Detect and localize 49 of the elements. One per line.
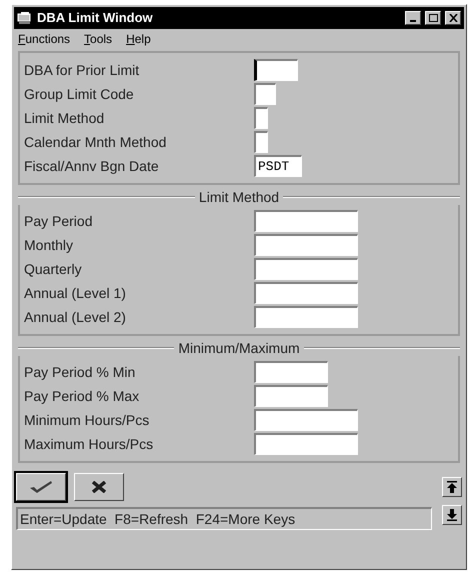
field-label: Annual (Level 1)	[24, 284, 127, 303]
input-field[interactable]	[254, 131, 268, 153]
group-title: Minimum/Maximum	[178, 338, 300, 358]
field-label: Limit Method	[24, 108, 106, 128]
close-button[interactable]	[445, 11, 461, 25]
field-label: Annual (Level 2)	[24, 308, 127, 327]
menu-item[interactable]: Functions	[18, 30, 70, 48]
field-label: Maximum Hours/Pcs	[24, 434, 154, 454]
minimize-button[interactable]	[405, 11, 421, 25]
maximize-icon	[428, 14, 438, 22]
input-field[interactable]	[254, 433, 358, 455]
input-field[interactable]	[254, 361, 328, 383]
input-field[interactable]	[254, 210, 358, 232]
field-label: Quarterly	[24, 260, 83, 279]
group-title: Limit Method	[198, 188, 280, 206]
field-label: Fiscal/Annv Bgn Date	[24, 156, 160, 176]
scroll-bottom-button[interactable]	[442, 505, 462, 525]
input-field[interactable]: PSDT	[254, 155, 302, 177]
close-icon	[448, 14, 458, 22]
field-label: DBA for Prior Limit	[24, 60, 140, 80]
field-label: Pay Period % Min	[24, 362, 136, 382]
arrow-top-icon	[447, 481, 457, 493]
arrow-bottom-icon	[447, 509, 457, 521]
input-field[interactable]	[254, 59, 298, 81]
field-label: Pay Period % Max	[24, 386, 140, 406]
input-field[interactable]	[254, 83, 276, 105]
input-field[interactable]	[254, 306, 358, 328]
input-field[interactable]	[254, 409, 358, 431]
app-icon	[17, 11, 33, 25]
menu-item[interactable]: Tools	[84, 30, 112, 48]
field-label: Monthly	[24, 236, 74, 255]
input-field[interactable]	[254, 107, 268, 129]
field-label: Pay Period	[24, 212, 94, 231]
cancel-button[interactable]	[74, 473, 124, 501]
field-label: Minimum Hours/Pcs	[24, 410, 150, 430]
status-bar: Enter=Update F8=Refresh F24=More Keys	[16, 507, 432, 530]
cancel-icon	[91, 481, 107, 493]
input-field[interactable]	[254, 282, 358, 304]
input-field[interactable]	[254, 385, 328, 407]
ok-button[interactable]	[16, 473, 66, 501]
window-title: DBA Limit Window	[37, 9, 154, 28]
input-field[interactable]	[254, 258, 358, 280]
maximize-button[interactable]	[425, 11, 441, 25]
input-field[interactable]	[254, 234, 358, 256]
menu-item[interactable]: Help	[126, 30, 151, 48]
field-label: Group Limit Code	[24, 84, 135, 104]
checkmark-icon	[29, 480, 53, 494]
field-label: Calendar Mnth Method	[24, 132, 168, 152]
scroll-top-button[interactable]	[442, 477, 462, 497]
